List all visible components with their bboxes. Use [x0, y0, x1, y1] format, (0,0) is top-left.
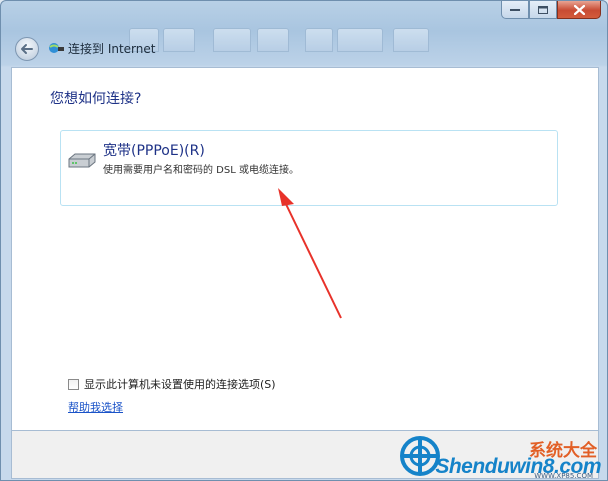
maximize-button[interactable]: [529, 1, 557, 19]
show-unconfigured-options-row: 显示此计算机未设置使用的连接选项(S): [68, 376, 276, 392]
help-me-choose-link[interactable]: 帮助我选择: [68, 399, 123, 415]
broadband-pppoe-option[interactable]: 宽带(PPPoE)(R) 使用需要用户名和密码的 DSL 或电缆连接。: [60, 130, 558, 206]
minimize-button[interactable]: [501, 1, 529, 19]
page-heading: 您想如何连接?: [50, 91, 142, 107]
watermark-text-block: 系统大全 Shenduwin8.com WWW.XP85.COM: [435, 441, 601, 480]
option-description: 使用需要用户名和密码的 DSL 或电缆连接。: [103, 165, 299, 176]
background-tab: [337, 28, 383, 52]
title-bar: 连接到 Internet: [1, 1, 607, 67]
close-button[interactable]: [557, 1, 601, 19]
close-icon: [573, 4, 585, 15]
window-controls: [501, 1, 601, 19]
back-arrow-icon: [21, 44, 33, 54]
back-button[interactable]: [15, 37, 39, 61]
background-tab: [163, 28, 195, 52]
background-tab: [257, 28, 289, 52]
checkbox-label[interactable]: 显示此计算机未设置使用的连接选项(S): [84, 376, 276, 392]
background-tab: [213, 28, 251, 52]
background-tab: [305, 28, 333, 52]
watermark-subtext: WWW.XP85.COM: [534, 472, 593, 480]
modem-icon: [68, 153, 96, 168]
main-content: 您想如何连接? 宽带(PPPoE)(R) 使用需要用户名和密码的 DSL 或电缆…: [11, 67, 599, 431]
minimize-icon: [510, 8, 520, 11]
show-options-checkbox[interactable]: [68, 378, 79, 390]
window-title: 连接到 Internet: [68, 42, 156, 56]
maximize-icon: [538, 5, 548, 14]
connect-to-internet-window: 连接到 Internet 您想如何连接? 宽带(PPPoE)(R) 使用需要用户…: [0, 0, 608, 481]
option-title: 宽带(PPPoE)(R): [103, 143, 205, 159]
watermark-cn-text: 系统大全: [529, 441, 597, 461]
network-globe-icon: [49, 43, 64, 53]
background-tab: [393, 28, 429, 52]
watermark: 系统大全 Shenduwin8.com WWW.XP85.COM: [399, 435, 601, 480]
